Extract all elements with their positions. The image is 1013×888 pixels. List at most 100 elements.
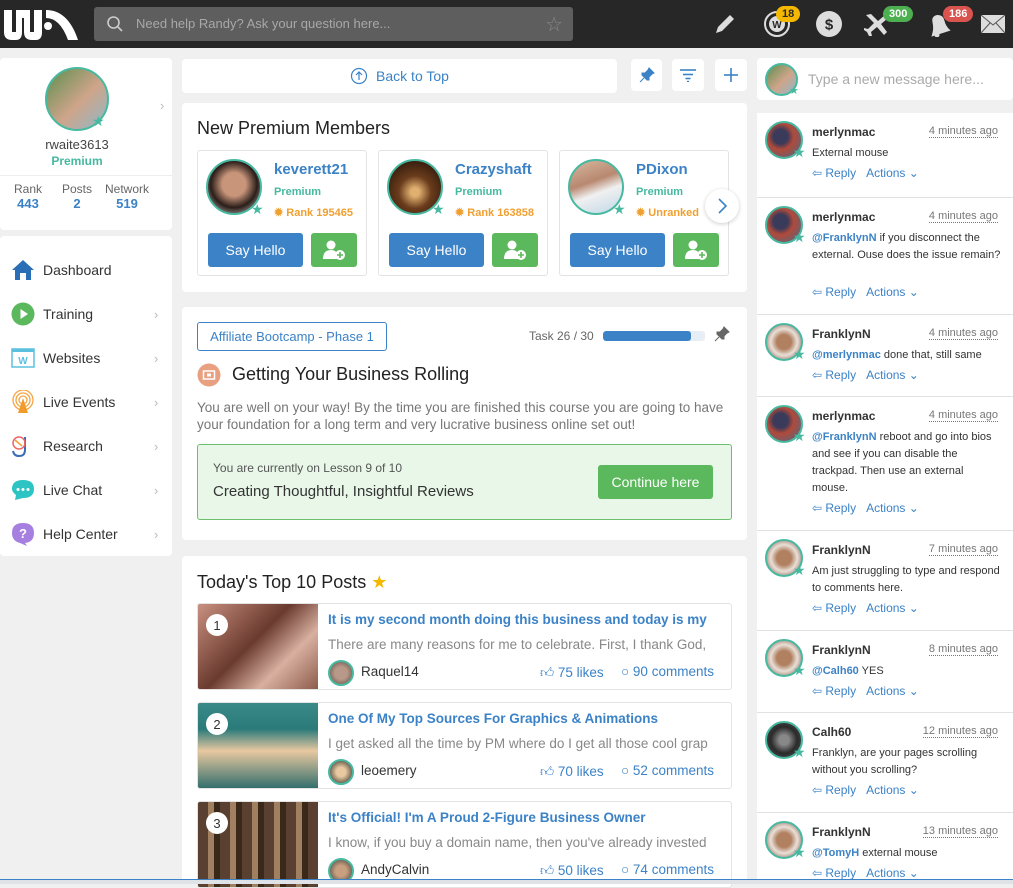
sidebar-item-live-chat[interactable]: Live Chat › xyxy=(0,468,172,512)
post-comments[interactable]: ○ 90 comments xyxy=(621,664,714,679)
chat-input-box[interactable]: ★ Type a new message here... xyxy=(757,58,1013,100)
comment-time: 4 minutes ago xyxy=(928,409,998,422)
post-author[interactable]: leoemery xyxy=(361,763,417,778)
profile-expand-chevron-icon[interactable]: › xyxy=(160,98,164,113)
reply-button[interactable]: ⇦ Reply xyxy=(812,501,856,515)
comment-text: Am just struggling to type and respond t… xyxy=(812,565,1000,594)
training-title: Getting Your Business Rolling xyxy=(232,364,470,384)
member-name[interactable]: PDixon xyxy=(636,161,688,178)
dollar-icon[interactable]: $ xyxy=(814,10,844,38)
comment-author[interactable]: FranklynN xyxy=(812,543,871,557)
post-item[interactable]: 1 It is my second month doing this busin… xyxy=(197,603,732,690)
stat-value: 443 xyxy=(17,196,39,211)
actions-dropdown[interactable]: Actions ⌄ xyxy=(866,368,919,382)
pencil-icon[interactable] xyxy=(710,10,740,38)
sidebar-item-websites[interactable]: W Websites › xyxy=(0,336,172,380)
post-comments[interactable]: ○ 74 comments xyxy=(621,862,714,877)
add-button[interactable] xyxy=(715,59,747,91)
post-likes[interactable]: 👍︎ 75 likes xyxy=(540,664,604,681)
member-name[interactable]: Crazyshaft xyxy=(455,161,532,178)
likes-count: 75 likes xyxy=(557,665,604,680)
task-progress-fill xyxy=(603,331,692,341)
divider xyxy=(0,175,172,176)
pin-icon[interactable] xyxy=(714,326,730,342)
sidebar-item-research[interactable]: Research › xyxy=(0,424,172,468)
rank-badge-icon: ✹ xyxy=(274,207,287,219)
pin-button[interactable] xyxy=(631,59,662,91)
reply-button[interactable]: ⇦ Reply xyxy=(812,783,856,797)
say-hello-button[interactable]: Say Hello xyxy=(208,233,303,267)
mention-link[interactable]: @merlynmac xyxy=(812,349,881,361)
actions-dropdown[interactable]: Actions ⌄ xyxy=(866,285,919,299)
member-rank: ✹ Unranked xyxy=(636,206,699,219)
mention-link[interactable]: @Calh60 xyxy=(812,665,859,677)
post-comments[interactable]: ○ 52 comments xyxy=(621,763,714,778)
actions-dropdown[interactable]: Actions ⌄ xyxy=(866,601,919,615)
comment-author[interactable]: merlynmac xyxy=(812,125,875,139)
reply-button[interactable]: ⇦ Reply xyxy=(812,866,856,880)
help-icon: ? xyxy=(12,523,34,546)
comment-actions: ⇦ Reply Actions ⌄ xyxy=(812,684,929,698)
sidebar-item-training[interactable]: Training › xyxy=(0,292,172,336)
chat-message-input[interactable]: Type a new message here... xyxy=(808,71,984,87)
next-members-button[interactable] xyxy=(705,189,739,223)
course-button[interactable]: Affiliate Bootcamp - Phase 1 xyxy=(197,322,387,351)
comment-actions: ⇦ Reply Actions ⌄ xyxy=(812,601,929,615)
author-avatar[interactable] xyxy=(328,759,354,785)
reply-button[interactable]: ⇦ Reply xyxy=(812,368,856,382)
back-to-top-button[interactable]: Back to Top xyxy=(182,59,617,93)
say-hello-button[interactable]: Say Hello xyxy=(570,233,665,267)
post-likes[interactable]: 👍︎ 70 likes xyxy=(540,763,604,780)
comment-author[interactable]: FranklynN xyxy=(812,825,871,839)
post-title[interactable]: One Of My Top Sources For Graphics & Ani… xyxy=(328,711,723,726)
chat-icon xyxy=(12,480,34,500)
stat-rank[interactable]: Rank 443 xyxy=(7,182,49,211)
author-avatar[interactable] xyxy=(328,660,354,686)
filter-button[interactable] xyxy=(672,59,704,91)
mention-link[interactable]: @FranklynN xyxy=(812,232,877,244)
say-hello-button[interactable]: Say Hello xyxy=(389,233,484,267)
sidebar-item-help-center[interactable]: ? Help Center › xyxy=(0,512,172,556)
add-friend-button[interactable] xyxy=(311,233,357,267)
star-icon[interactable]: ☆ xyxy=(545,12,563,37)
actions-dropdown[interactable]: Actions ⌄ xyxy=(866,684,919,698)
sidebar-item-dashboard[interactable]: Dashboard xyxy=(0,248,172,292)
search-bar[interactable]: Need help Randy? Ask your question here.… xyxy=(94,7,573,41)
actions-dropdown[interactable]: Actions ⌄ xyxy=(866,783,919,797)
post-item[interactable]: 3 It's Official! I'm A Proud 2-Figure Bu… xyxy=(197,801,732,888)
reply-button[interactable]: ⇦ Reply xyxy=(812,285,856,299)
sidebar-item-label: Research xyxy=(43,438,103,454)
comment-author[interactable]: Calh60 xyxy=(812,725,851,739)
post-likes[interactable]: 👍︎ 50 likes xyxy=(540,862,604,879)
wa-logo[interactable] xyxy=(2,6,80,42)
mention-link[interactable]: @FranklynN xyxy=(812,431,877,443)
profile-username[interactable]: rwaite3613 xyxy=(0,137,154,152)
post-title[interactable]: It's Official! I'm A Proud 2-Figure Busi… xyxy=(328,810,723,825)
comment-author[interactable]: FranklynN xyxy=(812,643,871,657)
stat-network[interactable]: Network 519 xyxy=(102,182,152,211)
post-author[interactable]: AndyCalvin xyxy=(361,862,429,877)
post-item[interactable]: 2 One Of My Top Sources For Graphics & A… xyxy=(197,702,732,789)
stat-posts[interactable]: Posts 2 xyxy=(57,182,97,211)
comment-author[interactable]: FranklynN xyxy=(812,327,871,341)
actions-dropdown[interactable]: Actions ⌄ xyxy=(866,166,919,180)
continue-button[interactable]: Continue here xyxy=(598,465,713,499)
comment-author[interactable]: merlynmac xyxy=(812,210,875,224)
actions-dropdown[interactable]: Actions ⌄ xyxy=(866,501,919,515)
reply-button[interactable]: ⇦ Reply xyxy=(812,684,856,698)
search-input[interactable]: Need help Randy? Ask your question here.… xyxy=(136,16,390,31)
actions-dropdown[interactable]: Actions ⌄ xyxy=(866,866,919,880)
sidebar-item-live-events[interactable]: Live Events › xyxy=(0,380,172,424)
post-author[interactable]: Raquel14 xyxy=(361,664,419,679)
mention-link[interactable]: @TomyH xyxy=(812,847,859,859)
comment-author[interactable]: merlynmac xyxy=(812,409,875,423)
add-friend-button[interactable] xyxy=(492,233,538,267)
mail-icon[interactable] xyxy=(978,10,1008,38)
post-title[interactable]: It is my second month doing this busines… xyxy=(328,612,723,627)
member-status: Premium xyxy=(636,186,684,198)
reply-button[interactable]: ⇦ Reply xyxy=(812,166,856,180)
member-name[interactable]: keverett21 xyxy=(274,161,348,178)
add-friend-button[interactable] xyxy=(673,233,719,267)
sidebar-item-label: Live Chat xyxy=(43,482,103,498)
reply-button[interactable]: ⇦ Reply xyxy=(812,601,856,615)
